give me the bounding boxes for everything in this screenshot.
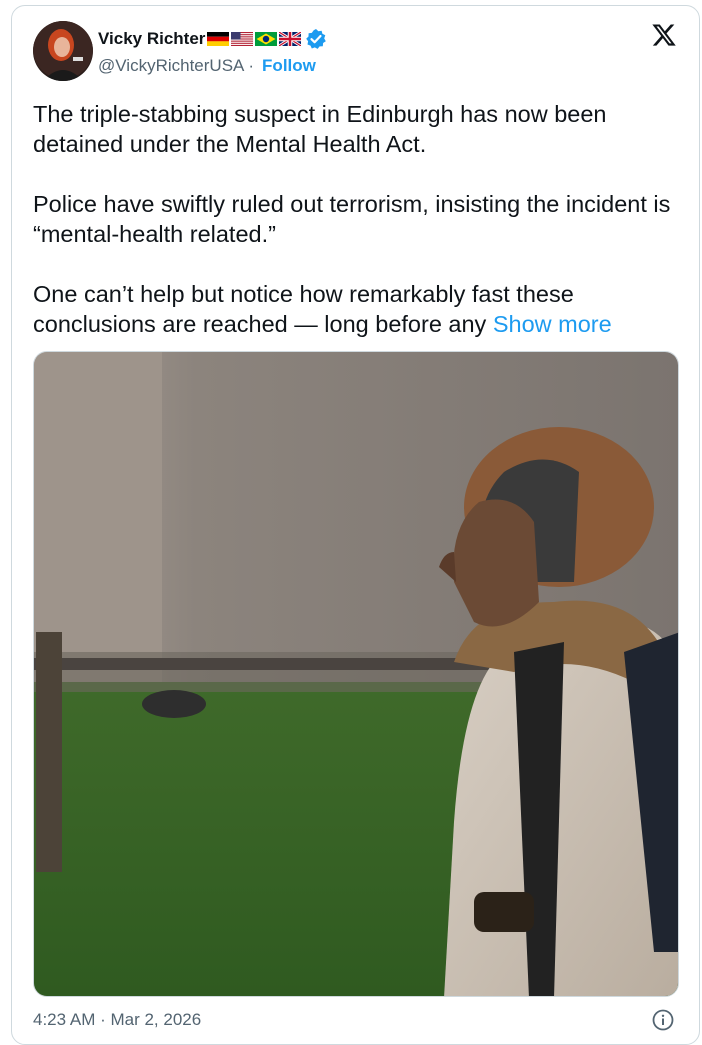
- separator: ·: [248, 56, 255, 75]
- tweet-media-photo[interactable]: [33, 351, 679, 997]
- info-icon[interactable]: [652, 1009, 674, 1031]
- verified-badge-icon: [305, 28, 327, 50]
- author-display-name[interactable]: Vicky Richter: [98, 29, 205, 49]
- tweet-text: The triple-stabbing suspect in Edinburgh…: [33, 99, 673, 339]
- show-more-link[interactable]: Show more: [493, 311, 612, 337]
- usa-flag-icon: [231, 32, 254, 46]
- follow-button[interactable]: Follow: [262, 56, 316, 76]
- uk-flag-icon: [278, 30, 303, 48]
- brazil-flag-icon: [255, 32, 278, 46]
- tweet-paragraph: Police have swiftly ruled out terrorism,…: [33, 191, 671, 247]
- tweet-paragraph: The triple-stabbing suspect in Edinburgh…: [33, 101, 607, 157]
- x-logo-icon[interactable]: [651, 22, 677, 48]
- author-name-row: Vicky Richter: [98, 27, 327, 51]
- avatar[interactable]: [33, 21, 93, 81]
- tweet-paragraph-truncated: One can’t help but notice how remarkably…: [33, 279, 673, 339]
- handle-row: @VickyRichterUSA · Follow: [98, 55, 316, 77]
- tweet-timestamp[interactable]: 4:23 AM · Mar 2, 2026: [33, 1009, 201, 1031]
- author-handle[interactable]: @VickyRichterUSA: [98, 56, 244, 76]
- germany-flag-icon: [207, 32, 230, 46]
